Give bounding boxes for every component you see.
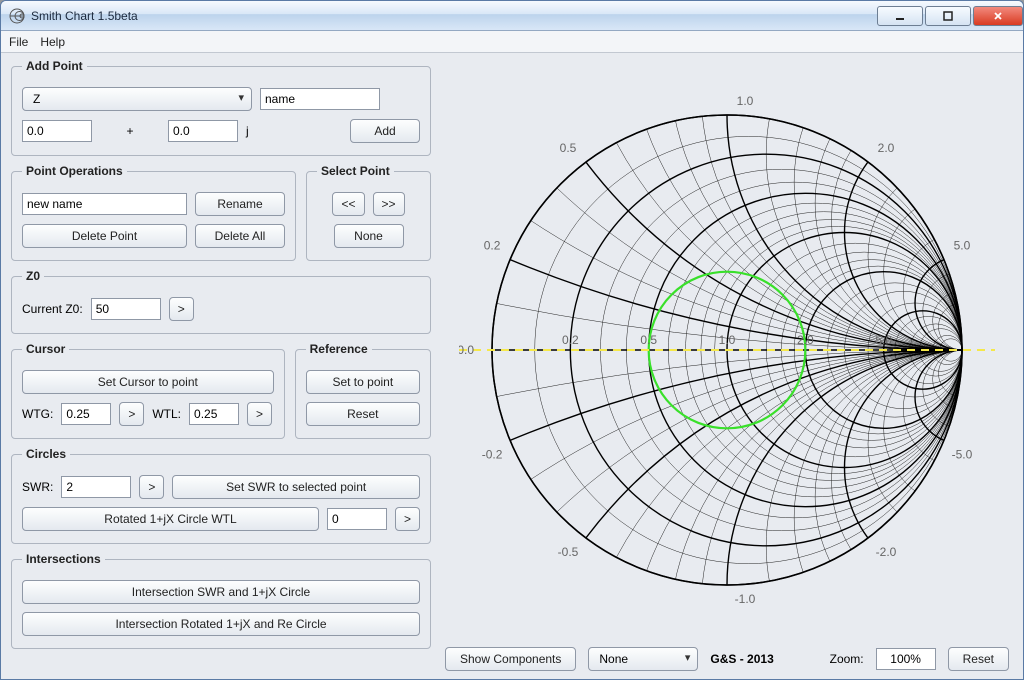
titlebar: Smith Chart 1.5beta [1, 1, 1023, 31]
none-point-button[interactable]: None [334, 224, 404, 248]
wtl-apply-button[interactable]: > [247, 402, 272, 426]
real-part-input[interactable] [22, 120, 92, 142]
impedance-type-select[interactable]: Z [22, 87, 252, 111]
rename-button[interactable]: Rename [195, 192, 285, 216]
smith-chart: 0.2 -0.2 0.5 -0.5 1.0 -1.0 2.0 -2.0 5.0 -5.0 0.0 0.… [441, 59, 1013, 641]
maximize-button[interactable] [925, 6, 971, 26]
right-panel: 0.2 -0.2 0.5 -0.5 1.0 -1.0 2.0 -2.0 5.0 -5.0 0.0 0.… [441, 59, 1013, 671]
svg-text:2.0: 2.0 [878, 141, 895, 155]
svg-text:-0.2: -0.2 [482, 447, 503, 461]
window-title: Smith Chart 1.5beta [31, 9, 875, 23]
svg-text:-0.5: -0.5 [558, 545, 579, 559]
z0-input[interactable] [91, 298, 161, 320]
menu-file[interactable]: File [9, 35, 28, 49]
svg-text:0.0: 0.0 [459, 343, 474, 357]
svg-text:5.0: 5.0 [875, 333, 892, 347]
zoom-input[interactable] [876, 648, 936, 670]
component-select[interactable]: None [588, 647, 698, 671]
rotated-circle-button[interactable]: Rotated 1+jX Circle WTL [22, 507, 319, 531]
set-cursor-button[interactable]: Set Cursor to point [22, 370, 274, 394]
rename-input[interactable] [22, 193, 187, 215]
intersections-legend: Intersections [22, 552, 105, 566]
j-label: j [246, 124, 286, 138]
svg-text:-5.0: -5.0 [952, 447, 973, 461]
credit-label: G&S - 2013 [710, 652, 773, 666]
swr-input[interactable] [61, 476, 131, 498]
window-buttons [875, 6, 1023, 26]
svg-text:2.0: 2.0 [797, 333, 814, 347]
delete-all-button[interactable]: Delete All [195, 224, 285, 248]
wtg-label: WTG: [22, 407, 53, 421]
close-button[interactable] [973, 6, 1023, 26]
delete-point-button[interactable]: Delete Point [22, 224, 187, 248]
swr-apply-button[interactable]: > [139, 475, 164, 499]
add-point-group: Add Point Z + j Add [11, 59, 431, 156]
svg-text:0.2: 0.2 [484, 239, 501, 253]
ref-reset-button[interactable]: Reset [306, 402, 420, 426]
reference-legend: Reference [306, 342, 372, 356]
svg-text:5.0: 5.0 [954, 239, 971, 253]
z0-label: Current Z0: [22, 302, 83, 316]
point-ops-legend: Point Operations [22, 164, 127, 178]
imag-part-input[interactable] [168, 120, 238, 142]
intersections-group: Intersections Intersection SWR and 1+jX … [11, 552, 431, 649]
app-window: Smith Chart 1.5beta File Help Add Point … [0, 0, 1024, 680]
svg-text:0.5: 0.5 [640, 333, 657, 347]
svg-text:0.5: 0.5 [560, 141, 577, 155]
wtl-label: WTL: [152, 407, 181, 421]
wtg-apply-button[interactable]: > [119, 402, 144, 426]
ref-set-button[interactable]: Set to point [306, 370, 420, 394]
swr-set-selected-button[interactable]: Set SWR to selected point [172, 475, 420, 499]
svg-text:1.0: 1.0 [737, 94, 754, 108]
point-name-input[interactable] [260, 88, 380, 110]
minimize-button[interactable] [877, 6, 923, 26]
z0-apply-button[interactable]: > [169, 297, 194, 321]
circles-legend: Circles [22, 447, 70, 461]
cursor-group: Cursor Set Cursor to point WTG: > WTL: > [11, 342, 285, 439]
svg-text:-1.0: -1.0 [735, 592, 756, 606]
rotated-apply-button[interactable]: > [395, 507, 420, 531]
svg-text:0.2: 0.2 [562, 333, 579, 347]
zoom-reset-button[interactable]: Reset [948, 647, 1009, 671]
next-point-button[interactable]: >> [373, 192, 405, 216]
left-panel: Add Point Z + j Add [11, 59, 431, 671]
wtl-input[interactable] [189, 403, 239, 425]
circles-group: Circles SWR: > Set SWR to selected point… [11, 447, 431, 544]
svg-text:-2.0: -2.0 [876, 545, 897, 559]
select-point-legend: Select Point [317, 164, 394, 178]
content-area: Add Point Z + j Add [1, 53, 1023, 679]
reference-group: Reference Set to point Reset [295, 342, 431, 439]
app-icon [9, 8, 25, 24]
menubar: File Help [1, 31, 1023, 53]
z0-legend: Z0 [22, 269, 44, 283]
rotated-input[interactable] [327, 508, 387, 530]
cursor-legend: Cursor [22, 342, 69, 356]
swr-label: SWR: [22, 480, 53, 494]
intersection-swr-button[interactable]: Intersection SWR and 1+jX Circle [22, 580, 420, 604]
svg-text:1.0: 1.0 [719, 333, 736, 347]
add-point-legend: Add Point [22, 59, 87, 73]
show-components-button[interactable]: Show Components [445, 647, 576, 671]
plus-label: + [100, 124, 160, 138]
wtg-input[interactable] [61, 403, 111, 425]
z0-group: Z0 Current Z0: > [11, 269, 431, 334]
point-operations-group: Point Operations Rename Delete Point Del… [11, 164, 296, 261]
menu-help[interactable]: Help [40, 35, 65, 49]
chart-bottombar: Show Components None G&S - 2013 Zoom: Re… [441, 647, 1013, 671]
prev-point-button[interactable]: << [332, 192, 364, 216]
intersection-rot-button[interactable]: Intersection Rotated 1+jX and Re Circle [22, 612, 420, 636]
zoom-label: Zoom: [830, 652, 864, 666]
add-button[interactable]: Add [350, 119, 420, 143]
select-point-group: Select Point << >> None [306, 164, 431, 261]
